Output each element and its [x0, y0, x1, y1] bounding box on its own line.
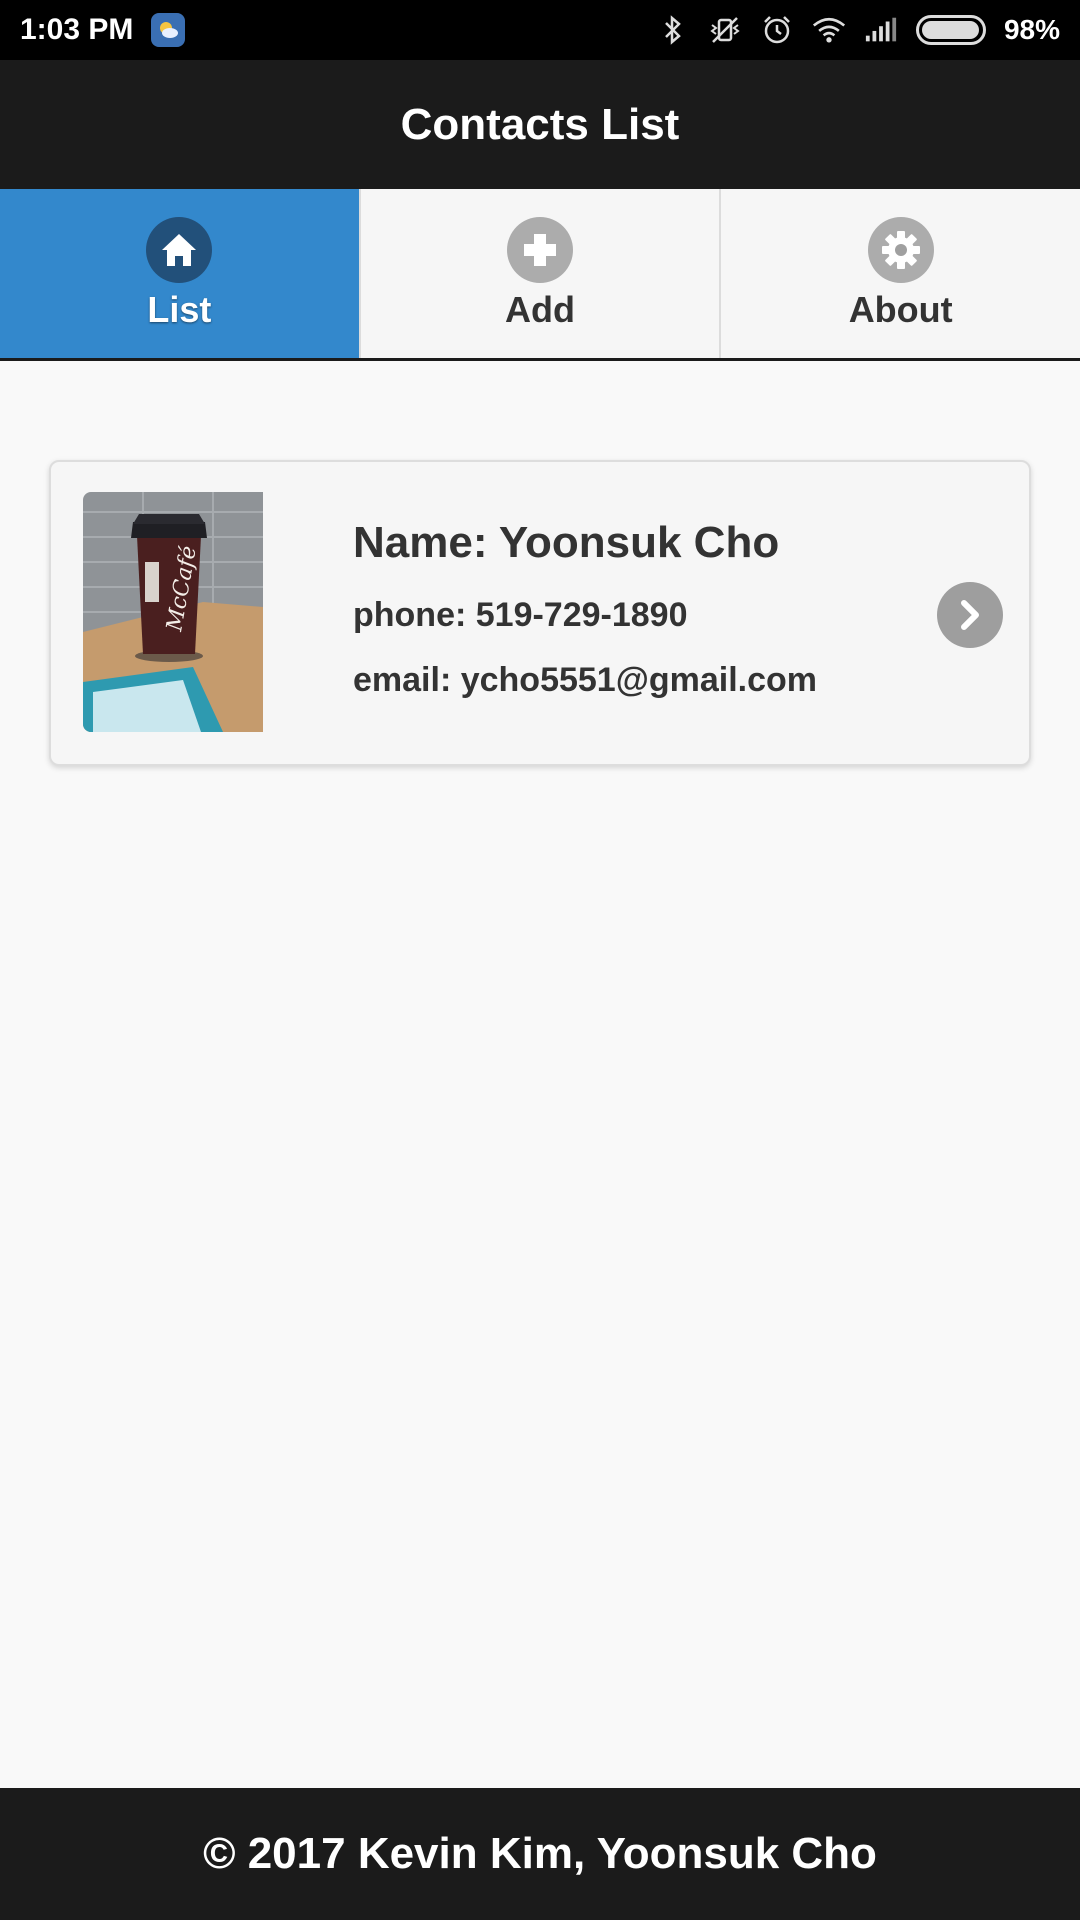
- contact-phone: phone: 519-729-1890: [353, 596, 688, 634]
- battery-fill: [921, 21, 979, 39]
- contact-photo: McCafé: [83, 492, 263, 732]
- bluetooth-icon: [656, 13, 690, 47]
- tab-about-label: About: [848, 288, 953, 330]
- app-header: Contacts List: [0, 60, 1080, 189]
- contact-list-item[interactable]: McCafé Name: Yoonsuk Cho phone: 519-729-…: [49, 460, 1031, 766]
- status-bar-right: 98%: [656, 13, 1060, 47]
- tab-add-label: Add: [505, 288, 575, 330]
- tab-list[interactable]: List: [0, 189, 359, 358]
- tab-list-label: List: [147, 288, 212, 330]
- wifi-icon: [812, 13, 846, 47]
- tab-add[interactable]: Add: [358, 189, 720, 358]
- tab-bar: List Add About: [0, 189, 1080, 361]
- battery-icon: [915, 15, 986, 45]
- page-title: Contacts List: [400, 99, 680, 149]
- footer: © 2017 Kevin Kim, Yoonsuk Cho: [0, 1788, 1080, 1920]
- chevron-right-icon[interactable]: [937, 582, 1003, 648]
- plus-icon: [507, 216, 573, 283]
- weather-app-icon: [151, 13, 186, 47]
- signal-icon: [864, 13, 898, 47]
- contact-details: Name: Yoonsuk Cho phone: 519-729-1890 em…: [353, 518, 817, 726]
- vibrate-off-icon: [708, 13, 742, 47]
- tab-about[interactable]: About: [719, 189, 1080, 358]
- status-bar: 1:03 PM 98%: [0, 0, 1080, 60]
- contact-name: Name: Yoonsuk Cho: [353, 518, 780, 567]
- contact-email: email: ycho5551@gmail.com: [353, 661, 818, 699]
- battery-percent: 98%: [1003, 14, 1060, 45]
- alarm-icon: [760, 13, 794, 47]
- content-area: McCafé Name: Yoonsuk Cho phone: 519-729-…: [0, 364, 1080, 1788]
- copyright-text: © 2017 Kevin Kim, Yoonsuk Cho: [203, 1829, 877, 1878]
- status-bar-left: 1:03 PM: [20, 13, 186, 47]
- gear-icon: [867, 216, 934, 283]
- status-time: 1:03 PM: [20, 13, 134, 46]
- home-icon: [146, 216, 213, 283]
